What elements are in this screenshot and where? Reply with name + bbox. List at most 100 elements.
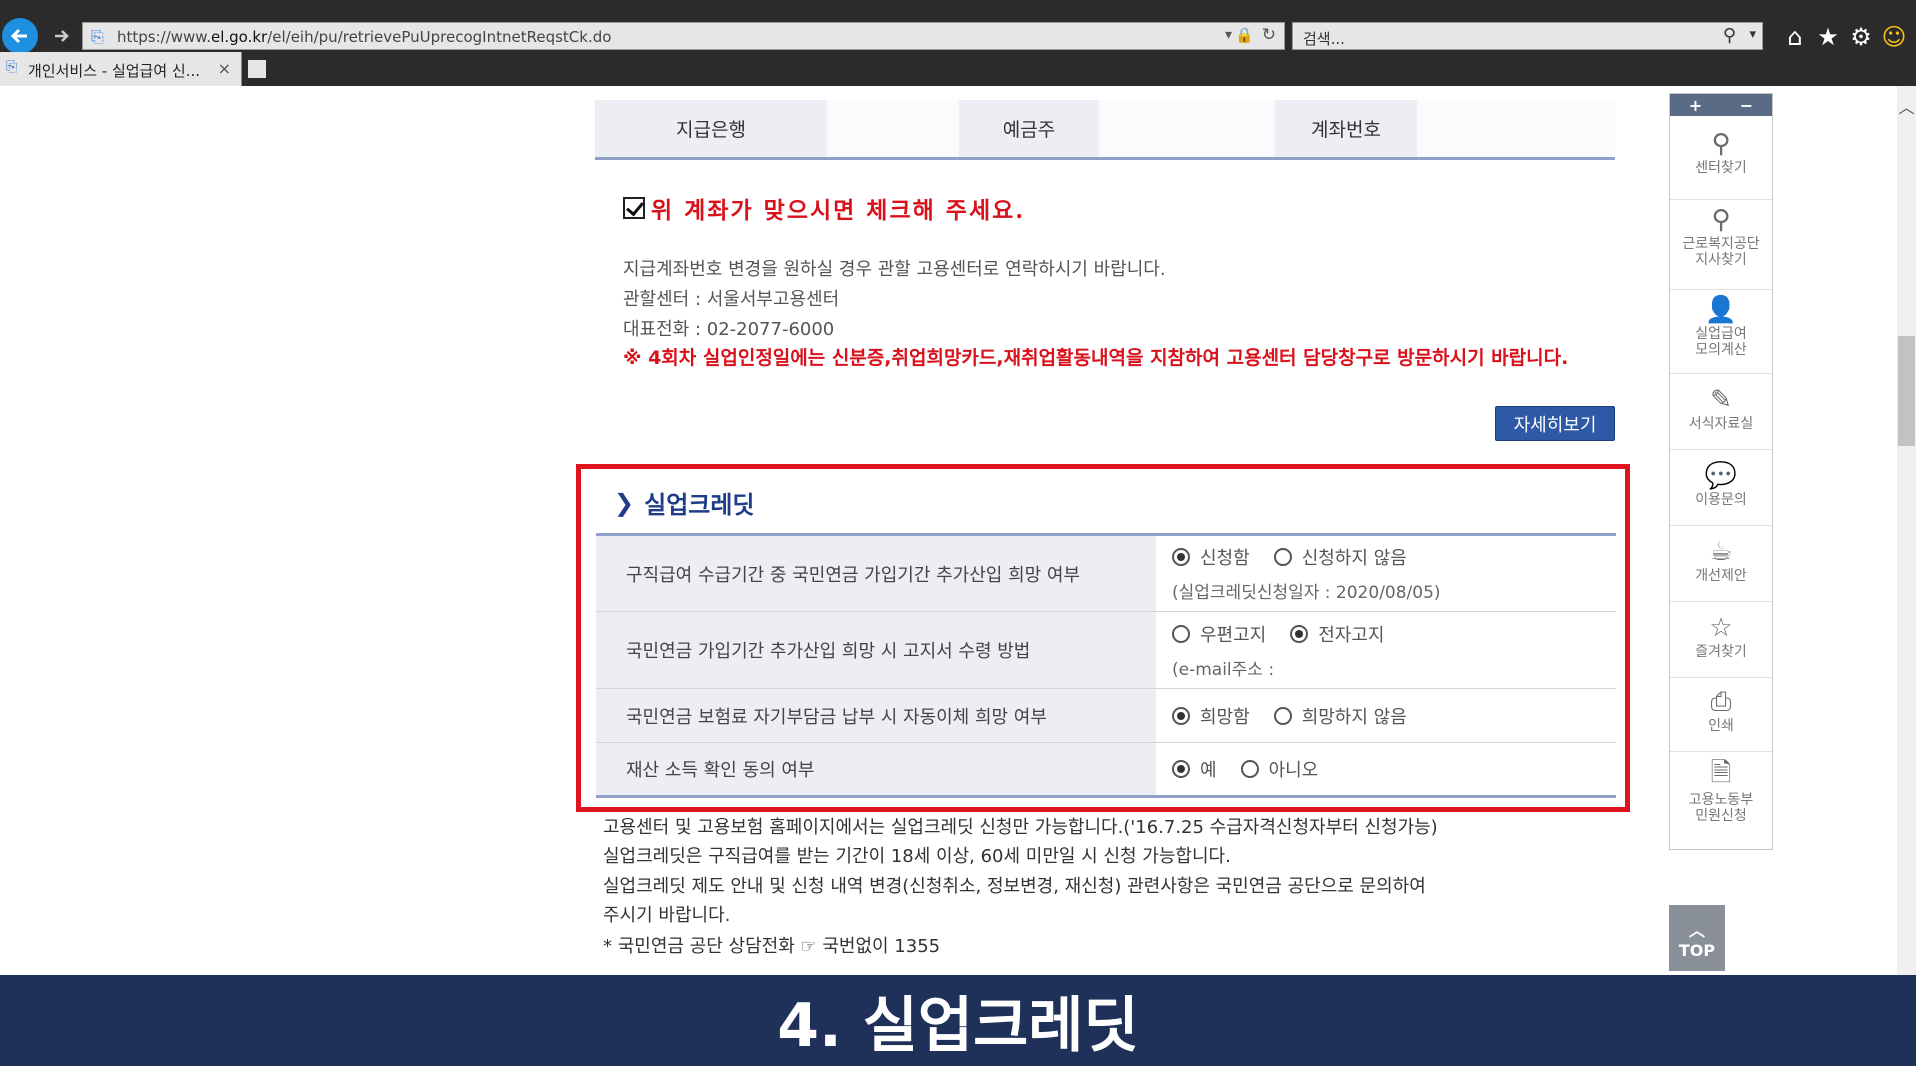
row-options: 희망함 희망하지 않음 <box>1156 689 1616 742</box>
radio-not-apply[interactable]: 신청하지 않음 <box>1273 544 1407 570</box>
option-label: 신청하지 않음 <box>1301 548 1407 569</box>
option-label: 아니오 <box>1268 760 1319 781</box>
arrow-left-icon <box>10 28 27 44</box>
quick-menu-header: + − <box>1670 94 1772 116</box>
option-label: 전자고지 <box>1318 624 1385 646</box>
forward-button[interactable] <box>44 18 80 54</box>
col-holder-value <box>1099 100 1275 157</box>
info-center: 관할센터 : 서울서부고용센터 <box>623 289 840 310</box>
radio-button[interactable] <box>1172 624 1190 643</box>
star-icon: ☆ <box>1709 613 1733 643</box>
credit-note-4: 주시기 바랍니다. <box>603 905 731 926</box>
back-button[interactable] <box>2 18 38 54</box>
url-text: https://www.el.go.kr/el/eih/pu/retrieveP… <box>117 28 611 46</box>
col-bank: 지급은행 <box>595 100 827 157</box>
url-prefix: https://www. <box>117 28 211 46</box>
scroll-thumb[interactable] <box>1898 336 1915 446</box>
person-icon: 👤 <box>1704 295 1738 325</box>
address-bar[interactable]: ⎘ https://www.el.go.kr/el/eih/pu/retriev… <box>82 22 1285 50</box>
account-confirm-checkbox[interactable] <box>623 197 645 219</box>
table-row: 재산 소득 확인 동의 여부 예 아니오 <box>596 743 1616 795</box>
radio-auto-debit-no[interactable]: 희망하지 않음 <box>1273 703 1407 729</box>
tab-title: 개인서비스 - 실업급여 신... <box>28 62 201 80</box>
table-row: 국민연금 가입기간 추가산입 희망 시 고지서 수령 방법 우편고지 전자고지 … <box>596 612 1616 689</box>
search-icon[interactable]: ⚲ <box>1723 25 1736 46</box>
quick-item-favorites[interactable]: ☆ 즐겨찾기 <box>1670 612 1772 678</box>
quick-item-center[interactable]: ⚲ 센터찾기 <box>1670 128 1772 200</box>
quick-item-label: 인쇄 <box>1708 718 1734 734</box>
quick-item-suggest[interactable]: ☕ 개선제안 <box>1670 536 1772 602</box>
search-placeholder: 검색... <box>1303 30 1345 48</box>
radio-button[interactable] <box>1172 760 1190 778</box>
scroll-up-icon[interactable]: ︿ <box>1897 94 1916 118</box>
chat-icon: 💬 <box>1704 461 1738 491</box>
detail-button[interactable]: 자세히보기 <box>1495 406 1615 441</box>
zoom-in-button[interactable]: + <box>1689 96 1702 115</box>
quick-item-label: 근로복지공단 지사찾기 <box>1682 236 1760 268</box>
radio-electronic[interactable]: 전자고지 <box>1290 621 1385 647</box>
favorites-star-icon[interactable]: ★ <box>1813 22 1843 52</box>
radio-postal[interactable]: 우편고지 <box>1172 621 1266 647</box>
account-confirm-label: 위 계좌가 맞으시면 체크해 주세요. <box>651 197 1026 224</box>
credit-note-2: 실업크레딧은 구직급여를 받는 기간이 18세 이상, 60세 미만일 시 신청… <box>603 846 1231 867</box>
row-label: 구직급여 수급기간 중 국민연금 가입기간 추가산입 희망 여부 <box>596 536 1156 611</box>
tab-favicon-icon: ⎘ <box>6 59 18 75</box>
radio-consent-yes[interactable]: 예 <box>1172 756 1217 782</box>
screen: ⎘ https://www.el.go.kr/el/eih/pu/retriev… <box>0 0 1916 1066</box>
radio-consent-no[interactable]: 아니오 <box>1240 756 1319 782</box>
quick-item-forms[interactable]: ✎ 서식자료실 <box>1670 384 1772 450</box>
quick-item-label: 실업급여 모의계산 <box>1695 326 1747 358</box>
col-holder: 예금주 <box>959 100 1099 157</box>
dropdown-icon[interactable]: ▾ <box>1225 27 1232 43</box>
quick-item-inquiry[interactable]: 💬 이용문의 <box>1670 460 1772 526</box>
quick-item-petition[interactable]: 🗎 고용노동부 민원신청 <box>1670 758 1772 846</box>
vertical-scrollbar[interactable]: ︿ <box>1897 86 1916 976</box>
account-confirm[interactable]: 위 계좌가 맞으시면 체크해 주세요. <box>623 191 1025 225</box>
info-phone: 대표전화 : 02-2077-6000 <box>623 319 835 340</box>
radio-button[interactable] <box>1273 706 1292 725</box>
col-account-value <box>1417 100 1615 157</box>
coffee-icon: ☕ <box>1709 537 1733 567</box>
quick-item-calc[interactable]: 👤 실업급여 모의계산 <box>1670 294 1772 374</box>
top-button-label: TOP <box>1678 940 1716 960</box>
quick-item-label: 개선제안 <box>1695 568 1747 584</box>
gear-icon[interactable]: ⚙ <box>1846 22 1876 52</box>
radio-button[interactable] <box>1172 548 1190 566</box>
radio-button[interactable] <box>1290 624 1309 643</box>
chevron-up-icon: ︿ <box>1688 920 1705 940</box>
table-row: 국민연금 보험료 자기부담금 납부 시 자동이체 희망 여부 희망함 희망하지 … <box>596 689 1616 743</box>
browser-tab[interactable]: ⎘ 개인서비스 - 실업급여 신... × <box>0 52 242 86</box>
refresh-icon[interactable]: ↻ <box>1262 25 1276 45</box>
info-change-account: 지급계좌번호 변경을 원하실 경우 관할 고용센터로 연락하시기 바랍니다. <box>623 259 1166 280</box>
col-bank-value <box>827 100 959 157</box>
tab-strip: ⎘ 개인서비스 - 실업급여 신... × <box>0 52 1916 86</box>
row-label: 국민연금 보험료 자기부담금 납부 시 자동이체 희망 여부 <box>596 689 1156 742</box>
radio-auto-debit-yes[interactable]: 희망함 <box>1172 703 1250 729</box>
section-title: ❯ 실업크레딧 <box>614 485 755 520</box>
account-header-row: 지급은행 예금주 계좌번호 <box>595 100 1615 160</box>
zoom-out-button[interactable]: − <box>1740 96 1753 115</box>
quick-item-branch[interactable]: ⚲ 근로복지공단 지사찾기 <box>1670 204 1772 290</box>
radio-button[interactable] <box>1240 760 1259 778</box>
table-row: 구직급여 수급기간 중 국민연금 가입기간 추가산입 희망 여부 신청함 신청하… <box>596 536 1616 612</box>
home-icon[interactable]: ⌂ <box>1780 22 1810 52</box>
smiley-icon[interactable]: ☺ <box>1879 22 1909 52</box>
tab-close-button[interactable]: × <box>218 59 231 78</box>
url-path: /el/eih/pu/retrievePuUprecogIntnetReqstC… <box>267 28 612 46</box>
option-label: 희망함 <box>1200 706 1250 728</box>
lock-icon[interactable]: 🔒 <box>1235 26 1254 44</box>
credit-note-3: 실업크레딧 제도 안내 및 신청 내역 변경(신청취소, 정보변경, 재신청) … <box>603 876 1426 897</box>
option-label: 희망하지 않음 <box>1301 706 1407 728</box>
radio-apply[interactable]: 신청함 <box>1172 544 1250 570</box>
quick-item-label: 이용문의 <box>1695 492 1747 508</box>
search-input[interactable]: 검색... ⚲ ▾ <box>1292 22 1763 50</box>
quick-item-label: 고용노동부 민원신청 <box>1688 792 1754 824</box>
top-button[interactable]: ︿ TOP <box>1669 905 1725 971</box>
radio-button[interactable] <box>1273 548 1292 566</box>
radio-button[interactable] <box>1172 706 1190 725</box>
chevron-right-icon: ❯ <box>614 488 635 517</box>
row-options: 예 아니오 <box>1156 743 1616 795</box>
new-tab-button[interactable] <box>248 60 266 78</box>
search-dropdown-icon[interactable]: ▾ <box>1749 27 1756 42</box>
quick-item-print[interactable]: ⎙ 인쇄 <box>1670 686 1772 752</box>
